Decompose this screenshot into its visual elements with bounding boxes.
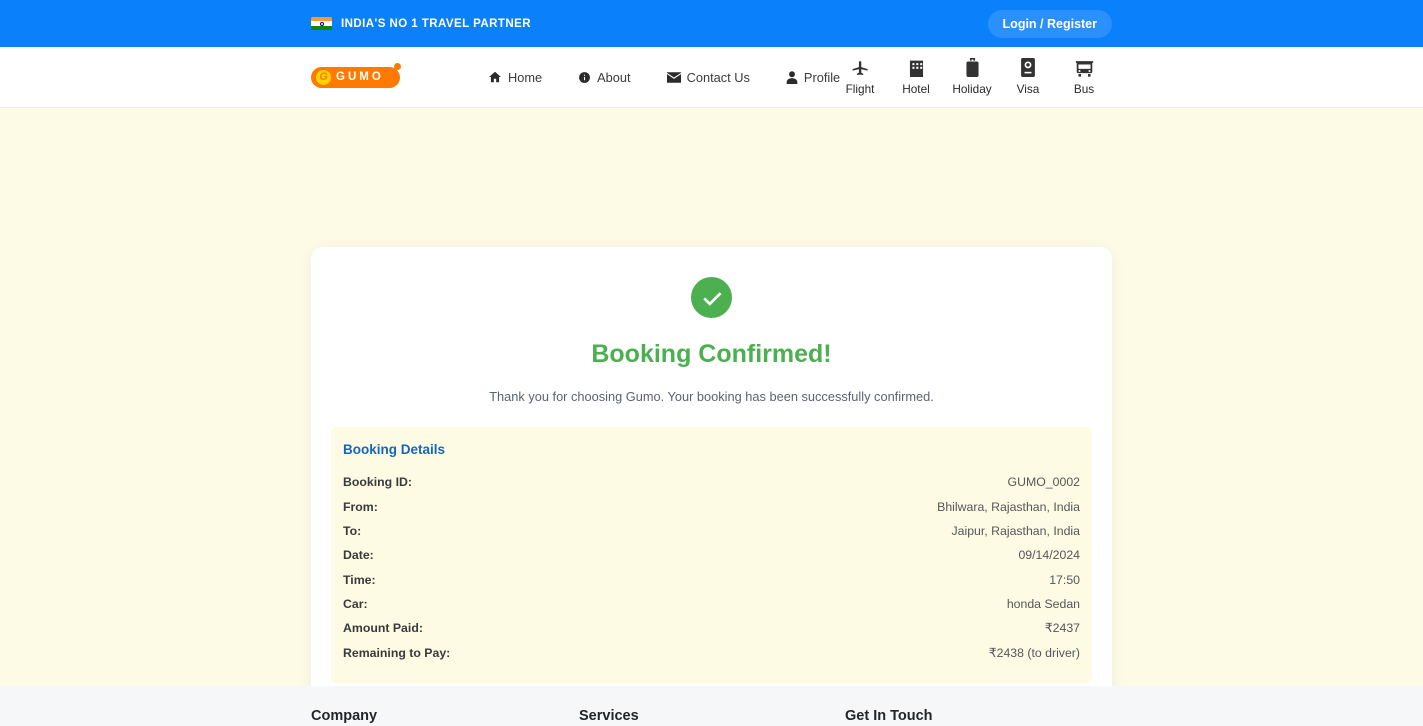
detail-row-booking-id: Booking ID: GUMO_0002 (343, 470, 1080, 494)
service-bus[interactable]: Bus (1056, 59, 1112, 96)
service-shortcuts: Flight Hotel Holiday Visa Bus (832, 58, 1112, 96)
home-icon (488, 70, 502, 84)
nav-item-contact-us[interactable]: Contact Us (666, 69, 750, 85)
page-title: Booking Confirmed! (591, 340, 832, 368)
suitcase-icon (965, 58, 980, 77)
booking-details-panel: Booking Details Booking ID: GUMO_0002 Fr… (331, 427, 1092, 683)
hotel-icon (908, 59, 925, 77)
detail-value: 09/14/2024 (1018, 548, 1080, 563)
detail-row-car: Car: honda Sedan (343, 592, 1080, 616)
announcement-bar: INDIA'S NO 1 TRAVEL PARTNER Login / Regi… (0, 0, 1423, 47)
main-navigation: Home About Contact Us Profile (488, 70, 840, 85)
envelope-icon (666, 71, 681, 83)
nav-item-home-label: Home (508, 69, 543, 85)
detail-row-to: To: Jaipur, Rajasthan, India (343, 519, 1080, 543)
nav-item-about-label: About (597, 69, 631, 85)
page-body: Booking Confirmed! Thank you for choosin… (0, 108, 1423, 726)
site-footer: Company Services Get In Touch (0, 686, 1423, 726)
gumo-logo[interactable]: G GUMO (311, 62, 401, 88)
plane-icon (851, 58, 870, 77)
gumo-logo-text: GUMO (336, 71, 384, 83)
logo-accent-dot (394, 62, 401, 70)
site-header: G GUMO Home About Contact Us Profile Fli… (0, 47, 1423, 108)
nav-item-about[interactable]: About (578, 69, 631, 85)
detail-label: From: (343, 499, 378, 514)
passport-icon (1020, 58, 1036, 77)
service-flight[interactable]: Flight (832, 58, 888, 96)
announcement-content: INDIA'S NO 1 TRAVEL PARTNER (311, 16, 531, 31)
service-holiday-label: Holiday (952, 82, 992, 96)
detail-row-amount-paid: Amount Paid: ₹2437 (343, 616, 1080, 640)
detail-value: ₹2438 (to driver) (988, 645, 1080, 660)
info-circle-icon (578, 71, 591, 84)
detail-label: To: (343, 523, 362, 538)
user-icon (786, 70, 798, 84)
detail-value: honda Sedan (1006, 597, 1080, 612)
service-hotel[interactable]: Hotel (888, 59, 944, 96)
detail-value: Bhilwara, Rajasthan, India (937, 499, 1080, 514)
nav-item-home[interactable]: Home (488, 70, 542, 85)
detail-label: Time: (343, 572, 376, 587)
nav-item-contact-us-label: Contact Us (686, 69, 750, 85)
detail-label: Car: (343, 597, 368, 612)
service-visa[interactable]: Visa (1000, 58, 1056, 96)
confirmation-subtitle: Thank you for choosing Gumo. Your bookin… (489, 389, 934, 404)
check-circle-icon (691, 277, 732, 318)
booking-details-heading: Booking Details (343, 442, 446, 457)
detail-row-remaining-to-pay: Remaining to Pay: ₹2438 (to driver) (343, 641, 1080, 665)
bus-icon (1075, 59, 1094, 77)
detail-row-date: Date: 09/14/2024 (343, 543, 1080, 567)
announcement-text: INDIA'S NO 1 TRAVEL PARTNER (341, 17, 531, 30)
booking-confirmation-card: Booking Confirmed! Thank you for choosin… (311, 247, 1112, 726)
detail-value: ₹2437 (1044, 621, 1080, 636)
footer-heading-get-in-touch: Get In Touch (845, 708, 933, 724)
india-flag-icon (311, 16, 332, 31)
detail-row-from: From: Bhilwara, Rajasthan, India (343, 494, 1080, 518)
detail-label: Date: (343, 548, 374, 563)
detail-value: Jaipur, Rajasthan, India (951, 523, 1080, 538)
service-holiday[interactable]: Holiday (944, 58, 1000, 96)
login-register-button[interactable]: Login / Register (987, 9, 1112, 38)
footer-heading-company: Company (311, 708, 378, 724)
detail-value: GUMO_0002 (1007, 475, 1080, 490)
service-visa-label: Visa (1016, 82, 1040, 96)
detail-value: 17:50 (1049, 572, 1080, 587)
service-flight-label: Flight (845, 82, 875, 96)
detail-label: Booking ID: (343, 475, 412, 490)
detail-label: Amount Paid: (343, 621, 423, 636)
service-bus-label: Bus (1073, 82, 1095, 96)
gumo-logo-mark: G (316, 69, 331, 85)
detail-label: Remaining to Pay: (343, 645, 451, 660)
footer-heading-services: Services (579, 708, 639, 724)
service-hotel-label: Hotel (902, 82, 930, 96)
detail-row-time: Time: 17:50 (343, 568, 1080, 592)
